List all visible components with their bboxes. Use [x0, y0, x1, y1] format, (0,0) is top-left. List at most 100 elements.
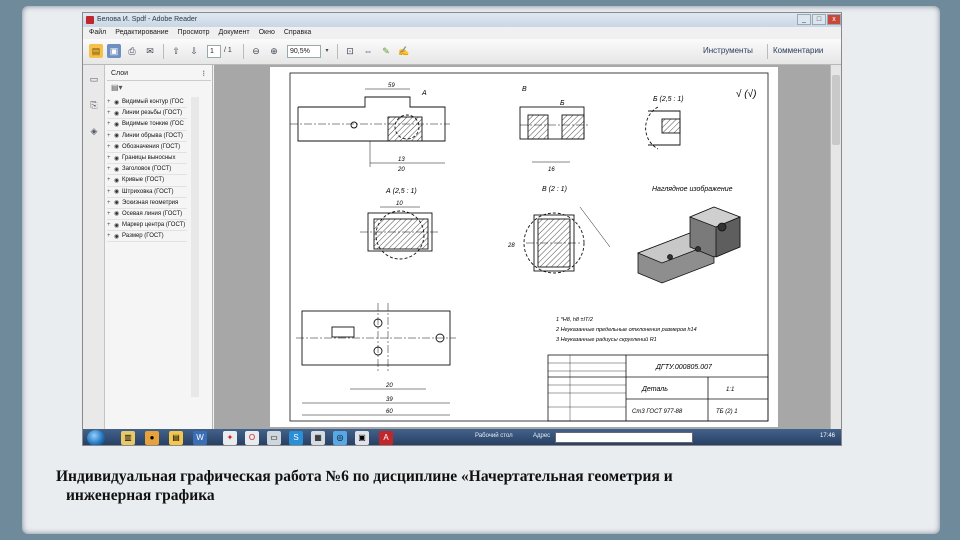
layers-scrollbar[interactable] — [191, 97, 199, 397]
eye-icon[interactable]: ◉ — [114, 132, 122, 139]
folder-icon[interactable]: ▤ — [169, 431, 183, 445]
page-number-input[interactable]: 1 — [207, 45, 221, 58]
paint-icon[interactable]: ▦ — [311, 431, 325, 445]
sign-icon[interactable]: ✎ — [379, 44, 393, 58]
layer-label: Осевая линия (ГОСТ) — [122, 210, 183, 217]
eye-icon[interactable]: ◉ — [114, 121, 122, 128]
layer-label: Маркер центра (ГОСТ) — [122, 222, 186, 229]
document-area: 59 13 20 А В Б 16 Б (2,5: 1) √ (√) А (2… — [214, 65, 832, 429]
layers-header: Слои ⁝ — [107, 67, 211, 81]
layer-item[interactable]: + ◉ Линии резьбы (ГОСТ) — [107, 108, 187, 120]
expand-icon[interactable]: + — [107, 144, 114, 150]
network-icon[interactable]: ◎ — [333, 431, 347, 445]
minimize-button[interactable]: _ — [797, 14, 811, 25]
layer-item[interactable]: + ◉ Границы выносных — [107, 153, 187, 165]
detail-view-a — [360, 206, 440, 260]
menu-window[interactable]: Окно — [259, 27, 275, 39]
expand-icon[interactable]: + — [107, 189, 114, 195]
expand-icon[interactable]: + — [107, 233, 114, 239]
chevron-down-icon[interactable]: ▾ — [323, 44, 331, 58]
opera-icon[interactable]: O — [245, 431, 259, 445]
expand-icon[interactable]: + — [107, 121, 114, 127]
label-view-a: А (2,5 : 1) — [385, 188, 417, 195]
layer-item[interactable]: + ◉ Эскизная геометрия — [107, 198, 187, 209]
prev-page-icon[interactable]: ⇧ — [169, 44, 183, 58]
desktop-label[interactable]: Рабочий стол — [475, 433, 513, 439]
document-scrollbar[interactable] — [830, 65, 841, 429]
email-icon[interactable]: ✉ — [143, 44, 157, 58]
app-icon[interactable]: ▭ — [267, 431, 281, 445]
skype-icon[interactable]: S — [289, 431, 303, 445]
eye-icon[interactable]: ◉ — [114, 233, 122, 240]
layer-item[interactable]: + ◉ Осевая линия (ГОСТ) — [107, 209, 187, 221]
eye-icon[interactable]: ◉ — [114, 99, 122, 106]
archive-icon[interactable]: ▣ — [355, 431, 369, 445]
expand-icon[interactable]: + — [107, 177, 114, 183]
fit-width-icon[interactable]: ⇔ — [361, 44, 375, 58]
eye-icon[interactable]: ◉ — [114, 110, 122, 117]
eye-icon[interactable]: ◉ — [114, 166, 122, 173]
layers-options-icon[interactable]: ▤▾ — [107, 83, 211, 95]
eye-icon[interactable]: ◉ — [114, 155, 122, 162]
zoom-level-input[interactable]: 90,5% — [287, 45, 321, 58]
zoom-in-icon[interactable]: ⊕ — [267, 44, 281, 58]
layer-item[interactable]: + ◉ Кривые (ГОСТ) — [107, 175, 187, 187]
layer-item[interactable]: + ◉ Штриховка (ГОСТ) — [107, 187, 187, 198]
adobe-reader-task-icon[interactable]: A — [379, 431, 393, 445]
start-button[interactable] — [87, 430, 105, 445]
menu-file[interactable]: Файл — [89, 27, 106, 39]
menu-document[interactable]: Документ — [219, 27, 250, 39]
stamp-material: Ст3 ГОСТ 977-88 — [632, 409, 683, 415]
layer-item[interactable]: + ◉ Маркер центра (ГОСТ) — [107, 220, 187, 232]
layer-label: Заголовок (ГОСТ) — [122, 166, 172, 173]
menu-view[interactable]: Просмотр — [178, 27, 210, 39]
zoom-out-icon[interactable]: ⊖ — [249, 44, 263, 58]
word-icon[interactable]: W — [193, 431, 207, 445]
menu-edit[interactable]: Редактирование — [115, 27, 168, 39]
eye-icon[interactable]: ◉ — [114, 199, 122, 206]
address-input[interactable] — [555, 432, 693, 443]
expand-icon[interactable]: + — [107, 110, 114, 116]
explorer-icon[interactable]: ▥ — [121, 431, 135, 445]
attachments-icon[interactable]: ⎘ — [88, 99, 100, 111]
eye-icon[interactable]: ◉ — [114, 210, 122, 217]
expand-icon[interactable]: + — [107, 211, 114, 217]
panel-close-icon[interactable]: ⁝ — [202, 67, 205, 81]
layer-item[interactable]: + ◉ Обозначения (ГОСТ) — [107, 142, 187, 153]
comments-button[interactable]: Комментарии — [773, 46, 823, 55]
next-page-icon[interactable]: ⇩ — [187, 44, 201, 58]
save-icon[interactable]: ▣ — [107, 44, 121, 58]
layers-list: + ◉ Видимый контур (ГОС + ◉ Линии резьбы (ГОС… — [107, 97, 187, 243]
comment-icon[interactable]: ✍ — [397, 44, 411, 58]
expand-icon[interactable]: + — [107, 99, 114, 105]
maximize-button[interactable]: □ — [812, 14, 826, 25]
layer-label: Кривые (ГОСТ) — [122, 177, 165, 184]
system-clock[interactable]: 17:46 — [820, 433, 835, 439]
layer-item[interactable]: + ◉ Заголовок (ГОСТ) — [107, 164, 187, 176]
expand-icon[interactable]: + — [107, 155, 114, 161]
expand-icon[interactable]: + — [107, 222, 114, 228]
expand-icon[interactable]: + — [107, 133, 114, 139]
layer-item[interactable]: + ◉ Видимый контур (ГОС — [107, 97, 187, 109]
note-3: 3 Неуказанные радиусы скруглений R1 — [556, 336, 657, 343]
open-icon[interactable]: ▤ — [89, 44, 103, 58]
expand-icon[interactable]: + — [107, 166, 114, 172]
fit-page-icon[interactable]: ⊡ — [343, 44, 357, 58]
print-icon[interactable]: ⎙ — [125, 44, 139, 58]
eye-icon[interactable]: ◉ — [114, 177, 122, 184]
eye-icon[interactable]: ◉ — [114, 222, 122, 229]
expand-icon[interactable]: + — [107, 200, 114, 206]
layers-icon[interactable]: ◈ — [88, 125, 100, 137]
scrollbar-thumb[interactable] — [832, 75, 840, 145]
close-button[interactable]: x — [827, 14, 841, 25]
eye-icon[interactable]: ◉ — [114, 188, 122, 195]
layer-item[interactable]: + ◉ Видимые тонкие (ГОС — [107, 119, 187, 131]
tools-button[interactable]: Инструменты — [703, 46, 753, 55]
menu-help[interactable]: Справка — [284, 27, 311, 39]
layer-item[interactable]: + ◉ Линии обрыва (ГОСТ) — [107, 131, 187, 142]
page-thumbnails-icon[interactable]: ▭ — [88, 73, 100, 85]
media-icon[interactable]: ● — [145, 431, 159, 445]
eye-icon[interactable]: ◉ — [114, 143, 122, 150]
layer-item[interactable]: + ◉ Размер (ГОСТ) — [107, 231, 187, 243]
kompas-icon[interactable]: ✦ — [223, 431, 237, 445]
